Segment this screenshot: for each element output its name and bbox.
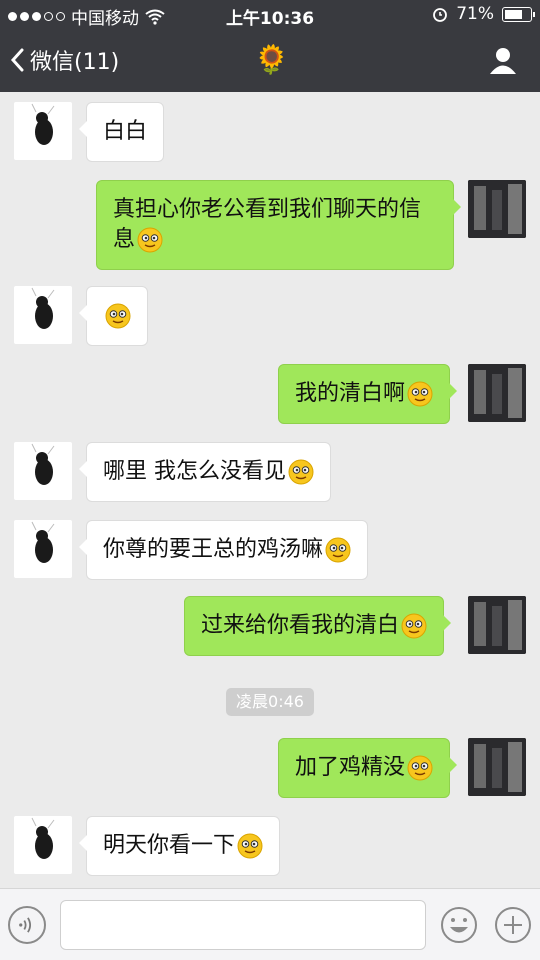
grin-emoji-icon	[407, 381, 433, 407]
message-row: 明天你看一下	[0, 816, 540, 876]
message-bubble[interactable]	[79, 286, 148, 346]
message-row: 加了鸡精没	[0, 738, 540, 798]
smile-icon[interactable]	[440, 906, 478, 944]
alarm-icon	[433, 8, 448, 22]
message-row	[0, 286, 540, 346]
time-divider: 凌晨0:46	[226, 688, 314, 716]
voice-icon[interactable]	[8, 906, 46, 944]
message-row: 你尊的要王总的鸡汤嘛	[0, 520, 540, 580]
status-bar: 中国移动 上午10:36 71%	[0, 0, 540, 30]
message-bubble[interactable]: 你尊的要王总的鸡汤嘛	[78, 520, 369, 580]
message-bubble[interactable]: 明天你看一下	[78, 816, 281, 876]
battery-percent: 71%	[456, 4, 494, 24]
back-button[interactable]: 微信(11)	[10, 44, 119, 76]
nav-bar: 微信(11) 🌻	[0, 30, 540, 92]
message-input[interactable]	[60, 900, 426, 950]
message-bubble[interactable]: 白白	[78, 102, 165, 162]
message-bubble[interactable]: 哪里 我怎么没看见	[79, 442, 331, 502]
message-bubble[interactable]: 我的清白啊	[278, 364, 458, 424]
message-bubble[interactable]: 真担心你老公看到我们聊天的信息	[96, 180, 461, 270]
top-bar: 中国移动 上午10:36 71% 微信(11) 🌻	[0, 0, 540, 92]
contact-avatar[interactable]	[14, 520, 72, 578]
battery-icon	[502, 6, 535, 22]
sunflower-icon: 🌻	[254, 43, 289, 76]
message-row: 我的清白啊	[0, 364, 540, 424]
grin-emoji-icon	[407, 755, 433, 781]
contact-avatar[interactable]	[14, 816, 72, 874]
message-row: 白白	[0, 102, 540, 162]
contact-avatar[interactable]	[14, 286, 72, 344]
grin-emoji-icon	[325, 537, 351, 563]
grin-emoji-icon	[105, 303, 131, 329]
self-avatar[interactable]	[468, 596, 526, 654]
person-icon[interactable]	[488, 45, 518, 75]
chevron-left-icon	[10, 48, 24, 72]
grin-emoji-icon	[137, 227, 163, 253]
plus-icon[interactable]	[494, 906, 532, 944]
self-avatar[interactable]	[468, 738, 526, 796]
grin-emoji-icon	[288, 459, 314, 485]
message-row: 哪里 我怎么没看见	[0, 442, 540, 502]
self-avatar[interactable]	[468, 180, 526, 238]
self-avatar[interactable]	[468, 364, 526, 422]
contact-avatar[interactable]	[14, 442, 72, 500]
contact-avatar[interactable]	[14, 102, 72, 160]
back-label: 微信(11)	[30, 50, 120, 75]
message-bubble[interactable]: 加了鸡精没	[278, 738, 458, 798]
grin-emoji-icon	[237, 833, 263, 859]
chat-thread[interactable]: 白白 真担心你老公看到我们聊天的信息 我的清白啊 哪里 我怎么没看见 你尊的要王…	[0, 92, 540, 888]
grin-emoji-icon	[401, 613, 427, 639]
message-bubble[interactable]: 过来给你看我的清白	[184, 596, 452, 656]
input-bar	[0, 888, 540, 960]
message-row: 过来给你看我的清白	[0, 596, 540, 656]
message-row: 真担心你老公看到我们聊天的信息	[0, 180, 540, 270]
